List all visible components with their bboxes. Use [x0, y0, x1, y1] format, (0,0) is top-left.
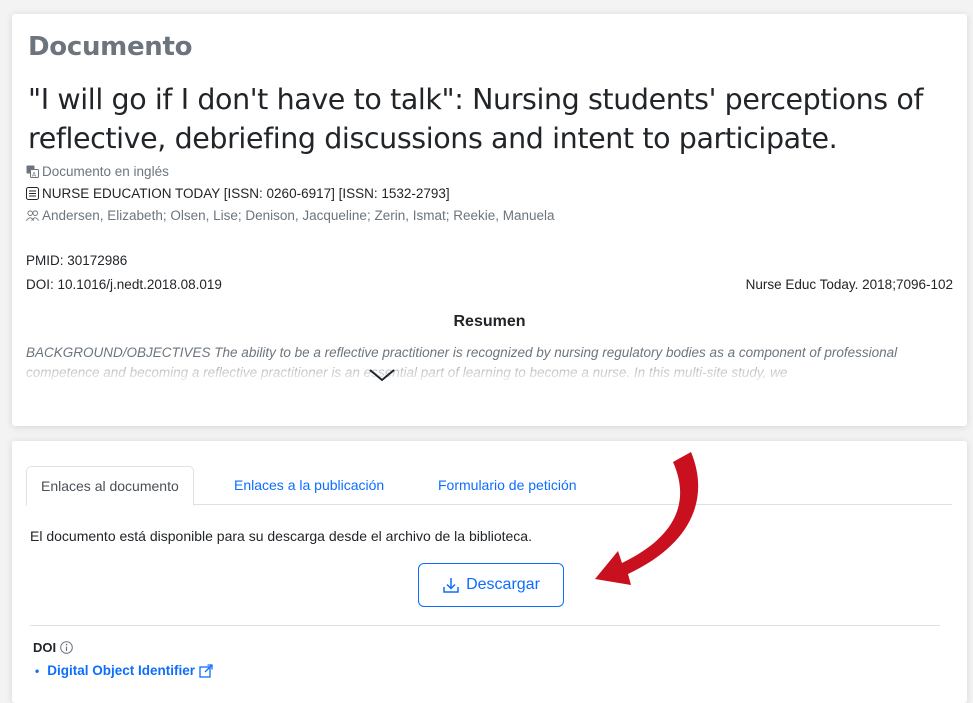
download-label: Descargar — [466, 576, 540, 593]
journal-icon — [26, 187, 39, 200]
citation: Nurse Educ Today. 2018;7096-102 — [745, 277, 953, 292]
language-row: A Documento en inglés — [26, 164, 169, 179]
download-button[interactable]: Descargar — [418, 563, 564, 607]
doi-link-item[interactable]: • Digital Object Identifier — [35, 663, 213, 678]
doi-section-label: DOI — [33, 640, 73, 655]
tab-publication-links[interactable]: Enlaces a la publicación — [220, 466, 398, 504]
divider — [30, 625, 940, 626]
abstract: BACKGROUND/OBJECTIVES The ability to be … — [26, 343, 956, 385]
document-title: "I will go if I don't have to talk": Nur… — [28, 83, 924, 155]
links-card: Enlaces al documento Enlaces a la public… — [12, 441, 967, 703]
pmid: PMID: 30172986 — [26, 253, 128, 268]
abstract-title: Resumen — [453, 313, 526, 330]
doi-text: DOI: 10.1016/j.nedt.2018.08.019 — [26, 277, 222, 292]
info-icon[interactable] — [60, 641, 73, 654]
authors-icon — [26, 209, 39, 222]
document-card: Documento "I will go if I don't have to … — [12, 14, 967, 426]
section-heading: Documento — [28, 32, 193, 62]
tab-request-form[interactable]: Formulario de petición — [424, 466, 591, 504]
external-link-icon — [199, 663, 213, 678]
tabs: Enlaces al documento Enlaces a la public… — [26, 466, 952, 506]
doi-link[interactable]: Digital Object Identifier — [47, 663, 195, 678]
authors-text: Andersen, Elizabeth; Olsen, Lise; Deniso… — [42, 208, 555, 223]
download-icon — [443, 578, 459, 593]
doi-label: DOI — [33, 640, 57, 655]
journal-text: NURSE EDUCATION TODAY [ISSN: 0260-6917] … — [42, 186, 450, 201]
authors-row: Andersen, Elizabeth; Olsen, Lise; Deniso… — [26, 208, 555, 223]
language-icon: A — [26, 165, 39, 178]
abstract-lead: BACKGROUND/OBJECTIVES — [26, 345, 211, 360]
journal-row: NURSE EDUCATION TODAY [ISSN: 0260-6917] … — [26, 186, 450, 201]
bullet: • — [35, 663, 40, 678]
language-text: Documento en inglés — [42, 164, 169, 179]
chevron-down-icon[interactable] — [367, 365, 397, 385]
availability-text: El documento está disponible para su des… — [30, 528, 532, 544]
tab-document-links[interactable]: Enlaces al documento — [26, 466, 194, 506]
